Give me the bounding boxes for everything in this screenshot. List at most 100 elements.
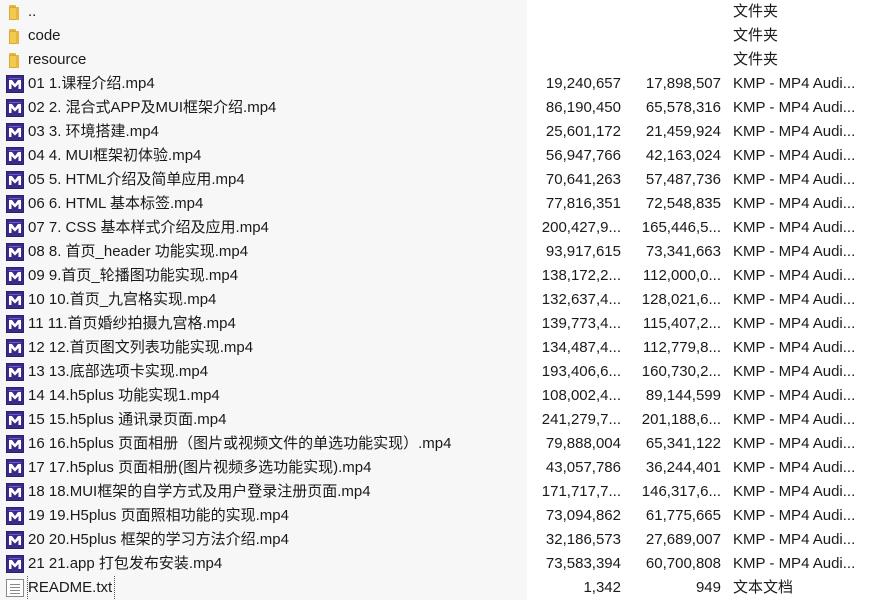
name-cell[interactable]: 01 1.课程介绍.mp4 [0,72,527,96]
compressed-size: 27,689,007 [645,531,721,548]
file-row[interactable]: 15 15.h5plus 通讯录页面.mp4 241,279,7... 201,… [0,408,883,432]
file-type: KMP - MP4 Audi... [733,243,856,260]
file-row[interactable]: 18 18.MUI框架的自学方式及用户登录注册页面.mp4 171,717,7.… [0,480,883,504]
file-row[interactable]: README.txt 1,342 949 文本文档 [0,576,883,600]
file-size: 56,947,766 [545,147,621,164]
name-cell[interactable]: 03 3. 环境搭建.mp4 [0,120,527,144]
file-row[interactable]: 05 5. HTML介绍及简单应用.mp4 70,641,263 57,487,… [0,168,883,192]
folder-icon [6,27,24,45]
file-name: 16 16.h5plus 页面相册（图片或视频文件的单选功能实现）.mp4 [28,435,452,452]
name-cell[interactable]: 09 9.首页_轮播图功能实现.mp4 [0,264,527,288]
name-cell[interactable]: 10 10.首页_九宫格实现.mp4 [0,288,527,312]
file-row[interactable]: 10 10.首页_九宫格实现.mp4 132,637,4... 128,021,… [0,288,883,312]
file-row[interactable]: 17 17.h5plus 页面相册(图片视频多选功能实现).mp4 43,057… [0,456,883,480]
name-cell[interactable]: 05 5. HTML介绍及简单应用.mp4 [0,168,527,192]
name-cell[interactable]: 18 18.MUI框架的自学方式及用户登录注册页面.mp4 [0,480,527,504]
file-type: 文件夹 [733,3,779,20]
file-row[interactable]: 21 21.app 打包发布安装.mp4 73,583,394 60,700,8… [0,552,883,576]
file-type: 文件夹 [733,51,779,68]
file-row[interactable]: 13 13.底部选项卡实现.mp4 193,406,6... 160,730,2… [0,360,883,384]
file-type: KMP - MP4 Audi... [733,123,856,140]
file-row[interactable]: 08 8. 首页_header 功能实现.mp4 93,917,615 73,3… [0,240,883,264]
name-cell[interactable]: README.txt [0,576,527,600]
file-size: 32,186,573 [545,531,621,548]
name-cell[interactable]: 11 11.首页婚纱拍摄九宫格.mp4 [0,312,527,336]
name-cell[interactable]: 17 17.h5plus 页面相册(图片视频多选功能实现).mp4 [0,456,527,480]
name-cell[interactable]: resource [0,48,527,72]
file-row[interactable]: 01 1.课程介绍.mp4 19,240,657 17,898,507 KMP … [0,72,883,96]
file-type: KMP - MP4 Audi... [733,99,856,116]
file-row[interactable]: 03 3. 环境搭建.mp4 25,601,172 21,459,924 KMP… [0,120,883,144]
name-cell[interactable]: .. [0,0,527,24]
file-row[interactable]: 07 7. CSS 基本样式介绍及应用.mp4 200,427,9... 165… [0,216,883,240]
file-type: KMP - MP4 Audi... [733,507,856,524]
mp4-icon [6,531,24,549]
file-row[interactable]: 04 4. MUI框架初体验.mp4 56,947,766 42,163,024… [0,144,883,168]
name-cell[interactable]: 15 15.h5plus 通讯录页面.mp4 [0,408,527,432]
file-size: 171,717,7... [541,483,621,500]
file-name: 06 6. HTML 基本标签.mp4 [28,195,204,212]
compressed-size: 146,317,6... [641,483,721,500]
file-row[interactable]: resource 文件夹 [0,48,883,72]
compressed-size: 89,144,599 [645,387,721,404]
file-size: 108,002,4... [541,387,621,404]
mp4-icon [6,99,24,117]
file-row[interactable]: .. 文件夹 [0,0,883,24]
file-row[interactable]: 06 6. HTML 基本标签.mp4 77,816,351 72,548,83… [0,192,883,216]
txt-icon [6,579,24,597]
file-row[interactable]: 02 2. 混合式APP及MUI框架介绍.mp4 86,190,450 65,5… [0,96,883,120]
compressed-size: 112,779,8... [642,339,721,356]
file-name: 11 11.首页婚纱拍摄九宫格.mp4 [28,315,236,332]
file-type: KMP - MP4 Audi... [733,291,856,308]
file-name: code [28,27,61,44]
compressed-size: 201,188,6... [641,411,721,428]
file-type: 文件夹 [733,27,779,44]
file-name: 03 3. 环境搭建.mp4 [28,123,159,140]
name-cell[interactable]: 19 19.H5plus 页面照相功能的实现.mp4 [0,504,527,528]
name-cell[interactable]: 04 4. MUI框架初体验.mp4 [0,144,527,168]
file-row[interactable]: 19 19.H5plus 页面照相功能的实现.mp4 73,094,862 61… [0,504,883,528]
file-row[interactable]: 11 11.首页婚纱拍摄九宫格.mp4 139,773,4... 115,407… [0,312,883,336]
file-type: KMP - MP4 Audi... [733,435,856,452]
name-cell[interactable]: 16 16.h5plus 页面相册（图片或视频文件的单选功能实现）.mp4 [0,432,527,456]
file-row[interactable]: code 文件夹 [0,24,883,48]
name-cell[interactable]: 07 7. CSS 基本样式介绍及应用.mp4 [0,216,527,240]
name-cell[interactable]: 13 13.底部选项卡实现.mp4 [0,360,527,384]
mp4-icon [6,291,24,309]
file-row[interactable]: 16 16.h5plus 页面相册（图片或视频文件的单选功能实现）.mp4 79… [0,432,883,456]
compressed-size: 21,459,924 [645,123,721,140]
file-type: KMP - MP4 Audi... [733,459,856,476]
file-name: 12 12.首页图文列表功能实现.mp4 [28,339,254,356]
name-cell[interactable]: 08 8. 首页_header 功能实现.mp4 [0,240,527,264]
name-cell[interactable]: 20 20.H5plus 框架的学习方法介绍.mp4 [0,528,527,552]
name-cell[interactable]: 06 6. HTML 基本标签.mp4 [0,192,527,216]
file-size: 73,094,862 [545,507,621,524]
name-cell[interactable]: 21 21.app 打包发布安装.mp4 [0,552,527,576]
file-row[interactable]: 09 9.首页_轮播图功能实现.mp4 138,172,2... 112,000… [0,264,883,288]
compressed-size: 65,341,122 [645,435,721,452]
file-type: KMP - MP4 Audi... [733,267,856,284]
name-cell[interactable]: 02 2. 混合式APP及MUI框架介绍.mp4 [0,96,527,120]
name-cell[interactable]: code [0,24,527,48]
file-size: 86,190,450 [545,99,621,116]
file-size: 139,773,4... [541,315,621,332]
file-size: 138,172,2... [541,267,621,284]
mp4-icon [6,339,24,357]
file-type: KMP - MP4 Audi... [733,315,856,332]
file-size: 193,406,6... [541,363,621,380]
file-size: 19,240,657 [545,75,621,92]
name-cell[interactable]: 12 12.首页图文列表功能实现.mp4 [0,336,527,360]
file-name: 21 21.app 打包发布安装.mp4 [28,555,223,572]
name-cell[interactable]: 14 14.h5plus 功能实现1.mp4 [0,384,527,408]
file-name: 08 8. 首页_header 功能实现.mp4 [28,243,249,260]
file-name: resource [28,51,87,68]
file-name: 18 18.MUI框架的自学方式及用户登录注册页面.mp4 [28,483,371,500]
compressed-size: 112,000,0... [642,267,721,284]
mp4-icon [6,123,24,141]
file-row[interactable]: 12 12.首页图文列表功能实现.mp4 134,487,4... 112,77… [0,336,883,360]
mp4-icon [6,267,24,285]
file-type: 文本文档 [733,579,794,596]
mp4-icon [6,483,24,501]
file-row[interactable]: 20 20.H5plus 框架的学习方法介绍.mp4 32,186,573 27… [0,528,883,552]
file-row[interactable]: 14 14.h5plus 功能实现1.mp4 108,002,4... 89,1… [0,384,883,408]
